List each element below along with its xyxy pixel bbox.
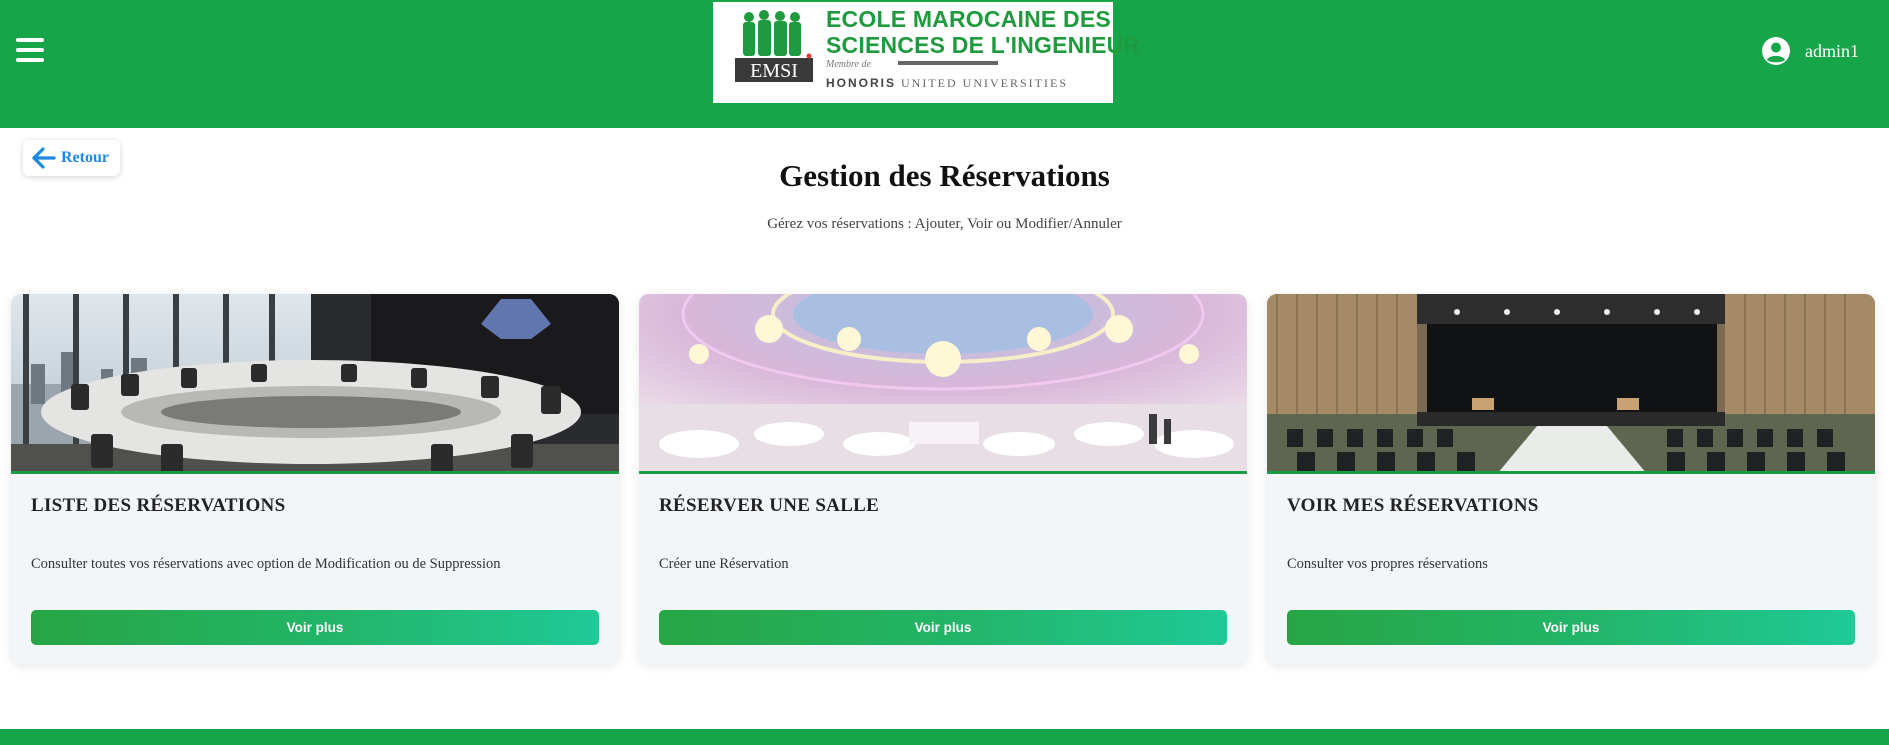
school-logo: EMSI ECOLE MAROCAINE DES SCIENCES DE L'I… [713,2,1140,103]
voir-plus-button[interactable]: Voir plus [659,610,1227,645]
banquet-hall-image [639,294,1247,474]
card-title: VOIR MES RÉSERVATIONS [1287,495,1539,516]
card-reservations-list: LISTE DES RÉSERVATIONS Consulter toutes … [11,294,619,664]
logo-line-1: ECOLE MAROCAINE DES [826,6,1111,32]
voir-plus-button[interactable]: Voir plus [31,610,599,645]
top-header: EMSI ECOLE MAROCAINE DES SCIENCES DE L'I… [0,0,1889,128]
emsi-figures-logo: EMSI [735,10,813,82]
card-reserve-room: RÉSERVER UNE SALLE Créer une Réservation… [639,294,1247,664]
hamburger-icon[interactable] [16,38,44,62]
username: admin1 [1805,40,1859,61]
logo-honoris: HONORIS UNITED UNIVERSITIES [826,76,1068,90]
card-title: RÉSERVER UNE SALLE [659,495,880,516]
user-circle-icon [1762,37,1790,65]
logo-divider [898,61,998,65]
card-description: Créer une Réservation [659,556,789,572]
svg-text:EMSI: EMSI [750,60,798,82]
card-my-reservations: VOIR MES RÉSERVATIONS Consulter vos prop… [1267,294,1875,664]
page-title: Gestion des Réservations [779,158,1110,193]
card-description: Consulter toutes vos réservations avec o… [31,556,501,572]
card-description: Consulter vos propres réservations [1287,556,1488,572]
footer-bar [0,729,1889,745]
voir-plus-button[interactable]: Voir plus [1287,610,1855,645]
user-menu[interactable]: admin1 [1761,36,1859,66]
page-subtitle: Gérez vos réservations : Ajouter, Voir o… [767,216,1122,232]
conference-room-image [11,294,619,474]
auditorium-image [1267,294,1875,474]
logo-line-2: SCIENCES DE L'INGENIEUR [826,32,1141,58]
card-title: LISTE DES RÉSERVATIONS [31,495,286,516]
